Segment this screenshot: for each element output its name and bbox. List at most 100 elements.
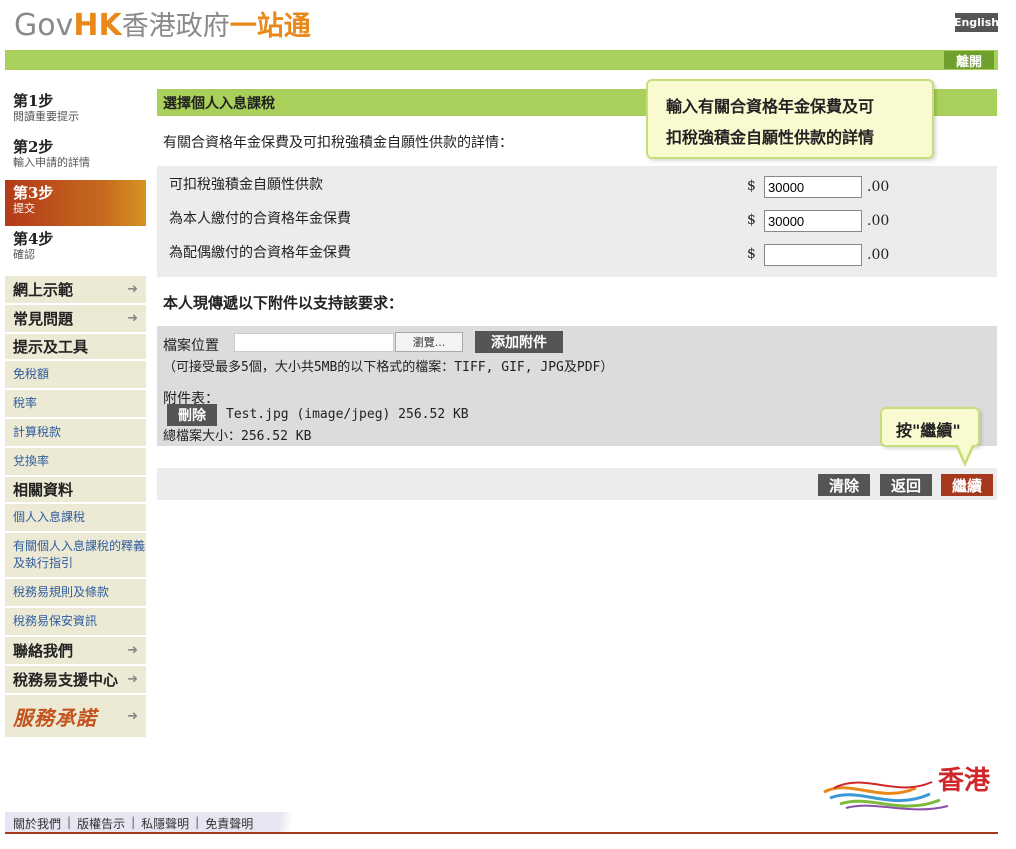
arrow-right-icon: ➜ (127, 708, 138, 724)
footer-separator: | (131, 815, 136, 829)
cents-suffix: .00 (867, 213, 890, 229)
sidebar-item-contact[interactable]: 聯絡我們 ➜ (5, 637, 146, 666)
sidebar-link-tax-calculator[interactable]: 計算稅款 (5, 419, 146, 448)
footer-separator: | (195, 815, 200, 829)
currency-symbol: $ (747, 246, 756, 262)
attachment-panel: 檔案位置 瀏覽... 添加附件 （可接受最多5個，大小共5MB的以下格式的檔案：… (157, 326, 997, 446)
row-label: 為本人繳付的合資格年金保費 (169, 211, 351, 227)
sidebar-link-label: 稅務易規則及條款 (13, 585, 110, 599)
self-annuity-input[interactable] (764, 210, 862, 232)
file-location-label: 檔案位置 (163, 338, 219, 354)
tooltip-text: 按"繼續" (896, 421, 961, 440)
sidebar-item-label: 常見問題 (13, 310, 74, 328)
back-button[interactable]: 返回 (880, 474, 932, 496)
cents-suffix: .00 (867, 247, 890, 263)
govhk-logo[interactable]: Gov HK 香港政府 一站通 (14, 4, 311, 43)
sidebar-item-label: 網上示範 (13, 281, 74, 299)
total-file-size: 總檔案大小：256.52 KB (163, 429, 312, 444)
sidebar-item-label: 稅務易支援中心 (13, 671, 119, 689)
footer-separator: | (67, 815, 72, 829)
exit-button[interactable]: 離開 (944, 51, 994, 70)
brand-hong-kong-text: 香港 (938, 766, 991, 796)
english-button[interactable]: English (954, 13, 999, 32)
browse-button[interactable]: 瀏覽... (395, 332, 463, 352)
sidebar-heading-label: 提示及工具 (13, 338, 89, 356)
spouse-annuity-input[interactable] (764, 244, 862, 266)
logo-gov: Gov (14, 8, 74, 43)
step-3-active: 第3步 提交 (5, 180, 146, 226)
delete-attachment-button[interactable]: 刪除 (167, 404, 217, 426)
intro-text: 有關合資格年金保費及可扣稅強積金自願性供款的詳情： (163, 135, 513, 151)
arrow-right-icon: ➜ (127, 672, 138, 687)
file-path-input[interactable] (234, 333, 394, 352)
clear-button[interactable]: 清除 (818, 474, 870, 496)
sidebar-link-label: 兌換率 (13, 454, 50, 468)
accepted-formats-note: （可接受最多5個，大小共5MB的以下格式的檔案：TIFF, GIF, JPG及P… (163, 360, 614, 375)
footer-link-privacy[interactable]: 私隱聲明 (141, 815, 189, 832)
spouse-annuity-row: 為配偶繳付的合資格年金保費 $ .00 (169, 234, 989, 266)
step-4: 第4步 確認 (5, 226, 146, 276)
service-pledge-logo: 服務承諾 (13, 705, 97, 730)
sidebar-heading-related: 相關資料 (5, 477, 146, 504)
sidebar-link-label: 有關個人入息課稅的釋義及執行指引 (13, 539, 146, 570)
step-title: 第2步 (13, 138, 54, 156)
sidebar-item-support[interactable]: 稅務易支援中心 ➜ (5, 666, 146, 695)
arrow-right-icon: ➜ (127, 311, 138, 326)
currency-symbol: $ (747, 178, 756, 194)
mpf-contribution-row: 可扣稅強積金自願性供款 $ .00 (169, 166, 989, 198)
sidebar-link-security[interactable]: 稅務易保安資訊 (5, 608, 146, 637)
continue-hint-tooltip: 按"繼續" (880, 407, 980, 447)
footer-divider (5, 832, 998, 834)
step-subtitle: 提交 (13, 202, 35, 215)
instruction-tooltip: 輸入有關合資格年金保費及可 扣稅強積金自願性供款的詳情 (646, 79, 934, 159)
attachment-heading: 本人現傳遞以下附件以支持該要求： (163, 294, 404, 312)
tooltip-pointer-inner (958, 445, 972, 461)
logo-cn-grey: 香港政府 (121, 11, 230, 42)
sidebar-link-allowances[interactable]: 免稅額 (5, 361, 146, 390)
sidebar-link-personal-assessment[interactable]: 個人入息課稅 (5, 504, 146, 533)
arrow-right-icon: ➜ (127, 282, 138, 297)
sidebar-item-online-demo[interactable]: 網上示範 ➜ (5, 276, 146, 305)
footer-link-copyright[interactable]: 版權告示 (77, 815, 125, 832)
sidebar: 第1步 閱讀重要提示 第2步 輸入申請的詳情 第3步 提交 第4步 確認 網上示… (5, 88, 146, 737)
sidebar-heading-label: 相關資料 (13, 481, 74, 499)
footer-link-disclaimer[interactable]: 免責聲明 (205, 815, 253, 832)
currency-symbol: $ (747, 212, 756, 228)
logo-hk: HK (73, 8, 122, 43)
sidebar-link-label: 免稅額 (13, 367, 50, 381)
action-bar: 清除 返回 繼續 (157, 468, 997, 500)
add-attachment-button[interactable]: 添加附件 (475, 331, 563, 353)
sidebar-link-exchange-rates[interactable]: 兌換率 (5, 448, 146, 477)
self-annuity-row: 為本人繳付的合資格年金保費 $ .00 (169, 200, 989, 232)
logo-cn-orange: 一站通 (229, 11, 311, 42)
step-subtitle: 確認 (13, 248, 35, 261)
sidebar-link-label: 稅務易保安資訊 (13, 614, 98, 628)
sidebar-heading-tips-tools: 提示及工具 (5, 334, 146, 361)
tooltip-line: 扣稅強積金自願性供款的詳情 (666, 128, 875, 147)
sidebar-link-terms[interactable]: 稅務易規則及條款 (5, 579, 146, 608)
cents-suffix: .00 (867, 179, 890, 195)
row-label: 可扣稅強積金自願性供款 (169, 177, 323, 193)
sidebar-item-label: 聯絡我們 (13, 642, 74, 660)
sidebar-item-service-pledge[interactable]: 服務承諾 ➜ (5, 695, 146, 737)
top-green-bar (5, 50, 998, 70)
mpf-contribution-input[interactable] (764, 176, 862, 198)
sidebar-link-label: 稅率 (13, 396, 38, 410)
continue-button[interactable]: 繼續 (941, 474, 993, 496)
footer-links: 關於我們 | 版權告示 | 私隱聲明 | 免責聲明 (13, 815, 253, 832)
step-subtitle: 閱讀重要提示 (13, 110, 79, 123)
step-title: 第1步 (13, 92, 54, 110)
row-label: 為配偶繳付的合資格年金保費 (169, 245, 351, 261)
sidebar-link-tax-rates[interactable]: 稅率 (5, 390, 146, 419)
step-1: 第1步 閱讀重要提示 (5, 88, 146, 134)
footer-link-about[interactable]: 關於我們 (13, 815, 61, 832)
sidebar-link-label: 計算稅款 (13, 425, 62, 439)
step-title: 第4步 (13, 230, 54, 248)
sidebar-link-label: 個人入息課稅 (13, 510, 86, 524)
attachment-file-entry: Test.jpg (image/jpeg) 256.52 KB (226, 407, 469, 422)
arrow-right-icon: ➜ (127, 643, 138, 658)
step-2: 第2步 輸入申請的詳情 (5, 134, 146, 180)
sidebar-item-faq[interactable]: 常見問題 ➜ (5, 305, 146, 334)
step-title: 第3步 (13, 184, 54, 202)
sidebar-link-interpretation-notes[interactable]: 有關個人入息課稅的釋義及執行指引 (5, 533, 146, 579)
